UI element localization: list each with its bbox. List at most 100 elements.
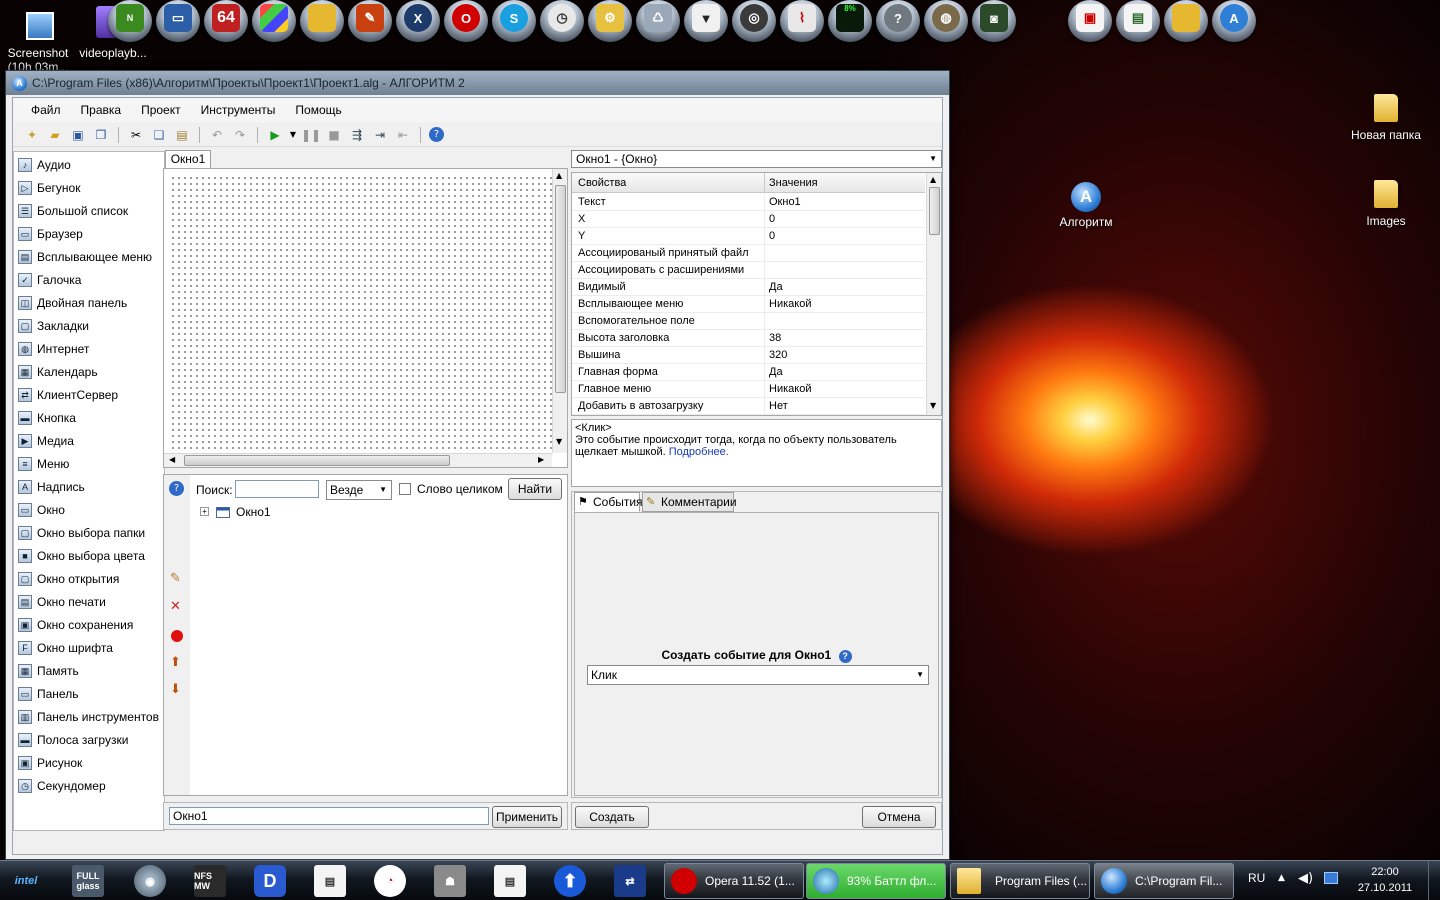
paste-icon[interactable]: ▤: [173, 126, 191, 144]
upload-quicklaunch-icon[interactable]: ⬆: [554, 865, 586, 897]
step-into-icon[interactable]: ⇶: [348, 126, 366, 144]
language-indicator[interactable]: RU: [1248, 871, 1265, 885]
scroll-right-icon[interactable]: ▶: [538, 455, 544, 464]
volume-icon[interactable]: ◀): [1298, 871, 1313, 886]
pdf-dock-icon[interactable]: ⌇: [780, 0, 824, 42]
save-all-icon[interactable]: ❐: [92, 126, 110, 144]
palette-item[interactable]: ▦ Память: [14, 659, 164, 682]
taskbar-algoritm[interactable]: C:\Program Fil...: [1094, 863, 1234, 899]
property-value[interactable]: [764, 313, 924, 329]
property-row[interactable]: Вышина 320: [572, 347, 925, 364]
scroll-up-icon[interactable]: ▲: [930, 175, 936, 184]
property-row[interactable]: Всплывающее меню Никакой: [572, 296, 925, 313]
skype-dock-icon[interactable]: S: [492, 0, 536, 42]
property-row[interactable]: Ассоциированый принятый файл: [572, 245, 925, 262]
property-value[interactable]: 0: [764, 211, 924, 227]
palette-item[interactable]: ▭ Браузер: [14, 222, 164, 245]
game-quicklaunch-icon[interactable]: ☗: [434, 865, 466, 897]
palette-item[interactable]: ☰ Большой список: [14, 199, 164, 222]
new-file-icon[interactable]: ✦: [23, 126, 41, 144]
property-value[interactable]: 38: [764, 330, 924, 346]
cancel-button[interactable]: Отмена: [862, 806, 936, 828]
property-value[interactable]: 320: [764, 347, 924, 363]
folder2-dock-icon[interactable]: [1164, 0, 1208, 42]
new-folder-desktop-icon[interactable]: Новая папка: [1346, 92, 1426, 148]
fullglass-quicklaunch-icon[interactable]: FULL glass: [72, 865, 104, 897]
nfs-quicklaunch-icon[interactable]: NFS MW: [194, 865, 226, 897]
webcam-quicklaunch-icon[interactable]: ◉: [134, 865, 166, 897]
taskbar-explorer[interactable]: Program Files (...: [950, 863, 1090, 899]
palette-item[interactable]: ◫ Двойная панель: [14, 291, 164, 314]
step-over-icon[interactable]: ⇥: [371, 126, 389, 144]
menu-tools[interactable]: Инструменты: [191, 103, 286, 117]
palette-item[interactable]: ≡ Меню: [14, 452, 164, 475]
property-value[interactable]: 0: [764, 228, 924, 244]
palette-item[interactable]: ■ Окно выбора цвета: [14, 544, 164, 567]
palette-item[interactable]: ▥ Панель инструментов: [14, 705, 164, 728]
clock-dock-icon[interactable]: ◷: [540, 0, 584, 42]
computer-dock-icon[interactable]: ▭: [156, 0, 200, 42]
step-out-icon[interactable]: ⇤: [394, 126, 412, 144]
tab-form-designer[interactable]: Окно1: [165, 150, 211, 168]
property-value[interactable]: [764, 262, 924, 278]
help-icon[interactable]: ?: [838, 650, 852, 663]
property-row[interactable]: Ассоциировать с расширениями: [572, 262, 925, 279]
show-desktop-button[interactable]: [1428, 861, 1440, 900]
palette-item[interactable]: A Надпись: [14, 475, 164, 498]
palette-item[interactable]: ▢ Закладки: [14, 314, 164, 337]
col-values[interactable]: Значения: [764, 173, 818, 193]
tab-comments[interactable]: ✎ Комментарии: [642, 492, 737, 512]
menu-file[interactable]: Файл: [21, 103, 71, 117]
alg-file2-quicklaunch-icon[interactable]: ▤: [494, 865, 526, 897]
create-event-button[interactable]: Создать: [575, 806, 649, 828]
property-row[interactable]: X0: [572, 211, 925, 228]
opera-window-dock-icon[interactable]: ▣: [1068, 0, 1112, 42]
tools-dock-icon[interactable]: ✎: [348, 0, 392, 42]
run-dropdown-icon[interactable]: ▼: [289, 126, 297, 144]
property-value[interactable]: Окно1: [764, 194, 924, 210]
palette-item[interactable]: ▢ Окно открытия: [14, 567, 164, 590]
property-value[interactable]: Да: [764, 364, 924, 380]
property-value[interactable]: Да: [764, 279, 924, 295]
palette-item[interactable]: ▣ Рисунок: [14, 751, 164, 774]
props-vscrollbar[interactable]: ▲ ▼: [926, 173, 941, 415]
palette-item[interactable]: F Окно шрифта: [14, 636, 164, 659]
globe-dock-icon[interactable]: ◍: [924, 0, 968, 42]
redo-icon[interactable]: ↷: [231, 126, 249, 144]
xbmc-dock-icon[interactable]: X: [396, 0, 440, 42]
window-titlebar[interactable]: A C:\Program Files (x86)\Алгоритм\Проект…: [6, 71, 949, 95]
taskbar-download[interactable]: 93% Баттл фл...: [806, 863, 946, 899]
menu-edit[interactable]: Правка: [71, 103, 132, 117]
cut-icon[interactable]: ✂: [127, 126, 145, 144]
property-row[interactable]: Главная форма Да: [572, 364, 925, 381]
window-dock-icon[interactable]: ▤: [1116, 0, 1160, 42]
palette-item[interactable]: ▭ Панель: [14, 682, 164, 705]
property-value[interactable]: Нет: [764, 398, 924, 414]
property-row[interactable]: Текст Окно1: [572, 194, 925, 211]
stop-icon[interactable]: ■: [325, 126, 343, 144]
apply-button[interactable]: Применить: [492, 806, 562, 828]
menu-help[interactable]: Помощь: [285, 103, 351, 117]
undo-icon[interactable]: ↶: [208, 126, 226, 144]
network2-quicklaunch-icon[interactable]: ⇄: [614, 865, 646, 897]
scroll-up-icon[interactable]: ▲: [556, 171, 562, 180]
designer-vscrollbar[interactable]: ▲ ▼: [552, 169, 567, 453]
find-button[interactable]: Найти: [508, 478, 562, 500]
palette-item[interactable]: ⇄ КлиентСервер: [14, 383, 164, 406]
palette-item[interactable]: ◍ Интернет: [14, 337, 164, 360]
props-vscroll-thumb[interactable]: [929, 187, 940, 235]
images-desktop-icon[interactable]: Images: [1346, 178, 1426, 234]
property-row[interactable]: Y0: [572, 228, 925, 245]
palette-item[interactable]: ▬ Кнопка: [14, 406, 164, 429]
palette-item[interactable]: ▤ Всплывающее меню: [14, 245, 164, 268]
object-selector[interactable]: Окно1 - {Окно} ▼: [571, 150, 942, 168]
windows-dock-icon[interactable]: [252, 0, 296, 42]
help-icon[interactable]: ?: [169, 481, 184, 496]
help-dock-icon[interactable]: ?: [876, 0, 920, 42]
taskbar-opera[interactable]: Opera 11.52 (1...: [664, 863, 804, 899]
camera-dock-icon[interactable]: ◙: [972, 0, 1016, 42]
network-tray-icon[interactable]: [1324, 872, 1338, 884]
designer-hscrollbar[interactable]: ◀ ▶: [164, 453, 552, 467]
property-row[interactable]: Вспомогательное поле: [572, 313, 925, 330]
palette-item[interactable]: ▢ Окно выбора папки: [14, 521, 164, 544]
